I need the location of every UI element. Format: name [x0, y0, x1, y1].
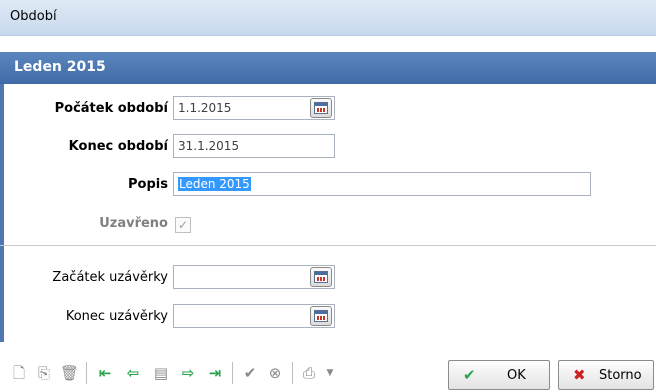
end-date-label: Konec období	[68, 139, 168, 154]
window-title: Období	[10, 9, 57, 24]
form-panel: Počátek období 1.1.2015 Konec období 31.…	[0, 84, 656, 342]
calendar-icon	[314, 271, 328, 283]
next-record-icon[interactable]: ⇨	[179, 364, 197, 382]
end-date-field[interactable]: 31.1.2015	[173, 134, 335, 158]
cancel-icon[interactable]: ⊗	[266, 364, 284, 382]
description-label: Popis	[128, 177, 168, 192]
record-detail-icon[interactable]: ▤	[152, 364, 170, 382]
form-divider	[0, 245, 656, 246]
ok-button[interactable]: ✔ OK	[448, 360, 550, 390]
previous-record-icon[interactable]: ⇦	[124, 364, 142, 382]
start-date-value: 1.1.2015	[178, 101, 232, 115]
calendar-icon	[314, 102, 328, 114]
copy-document-icon[interactable]: ⎘	[35, 364, 53, 382]
closing-end-calendar-button[interactable]	[310, 306, 332, 326]
closing-start-label: Začátek uzávěrky	[52, 270, 168, 285]
delete-document-icon[interactable]: 🗑	[60, 364, 79, 382]
closing-start-field[interactable]	[173, 265, 335, 289]
description-field[interactable]: Leden 2015	[173, 172, 591, 196]
closed-checkbox[interactable]: ✓	[175, 217, 191, 233]
first-record-icon[interactable]: ⇤	[96, 364, 114, 382]
check-icon: ✔	[463, 366, 476, 384]
toolbar-separator	[86, 362, 87, 384]
cancel-button[interactable]: ✖ Storno	[558, 360, 654, 390]
closing-end-field[interactable]	[173, 304, 335, 328]
confirm-icon[interactable]: ✔	[241, 364, 259, 382]
end-date-value: 31.1.2015	[178, 139, 240, 153]
toolbar-separator	[292, 362, 293, 384]
record-title: Leden 2015	[14, 59, 106, 75]
record-header: Leden 2015	[0, 52, 656, 84]
bottom-toolbar: 🗋 ⎘ 🗑 ⇤ ⇦ ▤ ⇨ ⇥ ✔ ⊗ ⎙ ▼ ✔ OK ✖ Storno	[0, 350, 656, 392]
closing-start-calendar-button[interactable]	[310, 267, 332, 287]
print-icon[interactable]: ⎙	[300, 364, 318, 382]
description-value: Leden 2015	[178, 177, 251, 191]
calendar-icon	[314, 310, 328, 322]
toolbar-separator	[232, 362, 233, 384]
window-titlebar: Období	[0, 0, 656, 36]
print-dropdown-icon[interactable]: ▼	[321, 364, 339, 382]
ok-button-label: OK	[507, 368, 526, 383]
start-date-field[interactable]: 1.1.2015	[173, 96, 335, 120]
start-date-calendar-button[interactable]	[310, 98, 332, 118]
cancel-button-label: Storno	[599, 368, 642, 383]
closed-label: Uzavřeno	[99, 216, 168, 231]
new-document-icon[interactable]: 🗋	[10, 364, 28, 382]
last-record-icon[interactable]: ⇥	[206, 364, 224, 382]
close-icon: ✖	[573, 366, 586, 384]
start-date-label: Počátek období	[54, 101, 168, 116]
closing-end-label: Konec uzávěrky	[65, 309, 168, 324]
